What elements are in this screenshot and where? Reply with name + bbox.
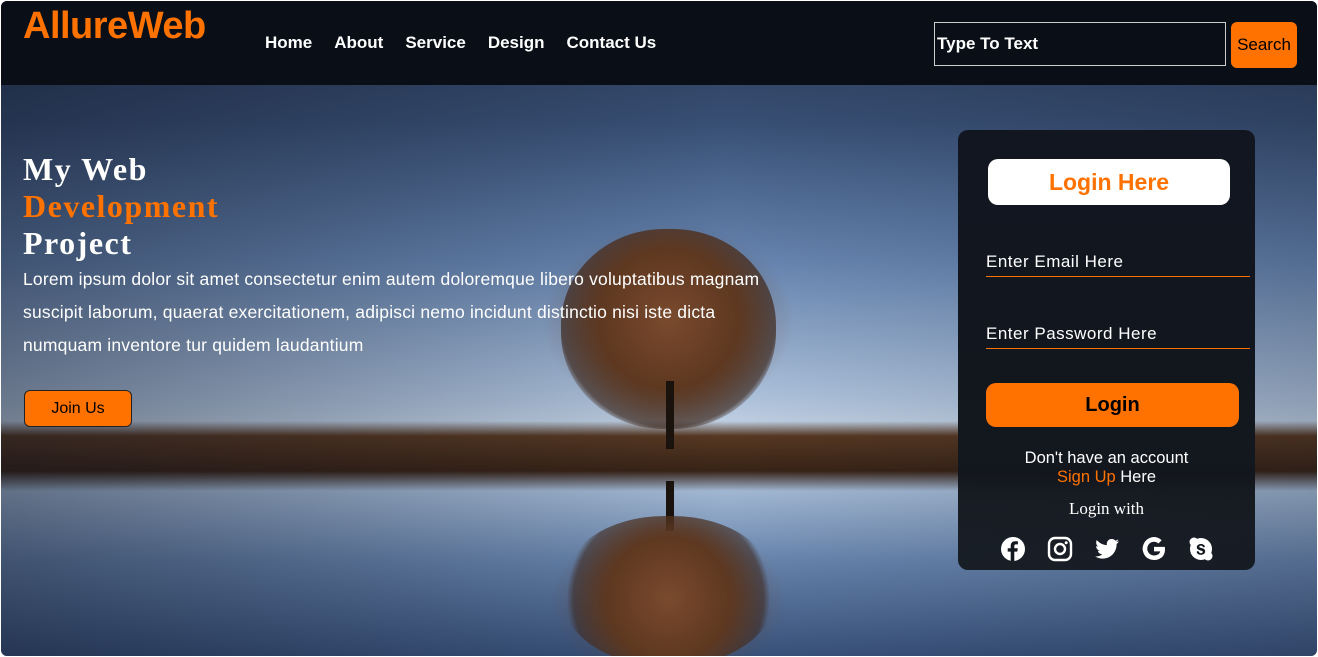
login-button[interactable]: Login bbox=[986, 383, 1239, 427]
google-icon[interactable] bbox=[1141, 536, 1167, 562]
signup-suffix: Here bbox=[1115, 468, 1157, 486]
password-field[interactable] bbox=[986, 319, 1250, 349]
nav-link-home[interactable]: Home bbox=[265, 33, 312, 53]
nav-link-service[interactable]: Service bbox=[405, 33, 466, 53]
social-login-icons bbox=[1000, 536, 1214, 562]
facebook-icon[interactable] bbox=[1000, 536, 1026, 562]
signup-prompt: Don't have an account Sign Up Here bbox=[958, 449, 1255, 487]
skype-icon[interactable] bbox=[1188, 536, 1214, 562]
nav-link-contact-us[interactable]: Contact Us bbox=[567, 33, 657, 53]
login-with-label: Login with bbox=[1068, 499, 1145, 518]
page: AllureWeb Home About Service Design Cont… bbox=[1, 1, 1317, 656]
logo[interactable]: AllureWeb bbox=[23, 5, 206, 48]
background-tree-reflection bbox=[561, 516, 776, 656]
hero-title-line-1: My Web bbox=[23, 151, 148, 187]
hero-title-line-3: Project bbox=[23, 225, 133, 261]
search-input[interactable] bbox=[934, 22, 1226, 66]
search-button[interactable]: Search bbox=[1231, 22, 1297, 68]
email-field[interactable] bbox=[986, 247, 1250, 277]
login-card: Login Here Login Don't have an account S… bbox=[958, 130, 1255, 570]
main-menu: Home About Service Design Contact Us bbox=[265, 33, 656, 53]
navbar: AllureWeb Home About Service Design Cont… bbox=[1, 1, 1317, 85]
nav-link-about[interactable]: About bbox=[334, 33, 383, 53]
login-title: Login Here bbox=[988, 159, 1230, 205]
nav-link-design[interactable]: Design bbox=[488, 33, 545, 53]
signup-line: Sign Up Here bbox=[958, 468, 1255, 487]
background-tree-trunk bbox=[666, 381, 674, 449]
hero-title-line-2: Development bbox=[23, 188, 220, 224]
instagram-icon[interactable] bbox=[1047, 536, 1073, 562]
no-account-text: Don't have an account bbox=[1024, 449, 1189, 467]
signup-link[interactable]: Sign Up bbox=[1057, 468, 1116, 486]
join-us-button[interactable]: Join Us bbox=[24, 390, 132, 427]
hero-paragraph: Lorem ipsum dolor sit amet consectetur e… bbox=[23, 269, 760, 355]
hero-heading: My Web Development Project bbox=[23, 151, 219, 262]
twitter-icon[interactable] bbox=[1094, 536, 1120, 562]
